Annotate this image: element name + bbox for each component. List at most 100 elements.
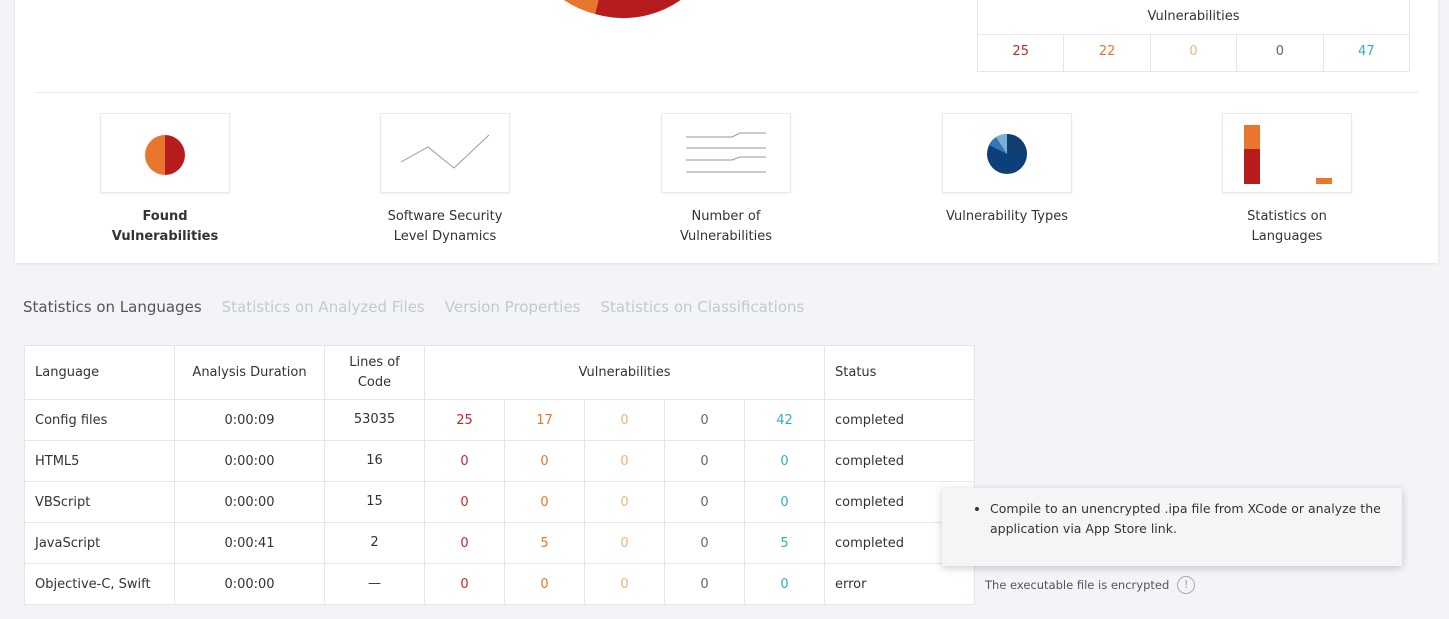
column-header-status: Status <box>824 345 975 400</box>
header-line: Lines of <box>349 354 400 370</box>
stacked-lines-icon <box>686 132 766 173</box>
tile-caption: Software Security Level Dynamics <box>380 207 510 247</box>
statistics-tabs: Statistics on Languages Statistics on An… <box>23 298 804 316</box>
tab-statistics-on-classifications[interactable]: Statistics on Classifications <box>600 298 804 316</box>
tile-security-level-dynamics[interactable]: Software Security Level Dynamics <box>380 113 510 247</box>
table-row: JavaScript 0:00:41 2 0 5 0 0 5 completed <box>24 522 975 564</box>
tile-caption-line: Vulnerabilities <box>111 229 219 244</box>
types-pie-icon <box>987 133 1027 174</box>
column-header-lines-of-code: Lines of Code <box>324 345 425 400</box>
cell-vuln-medium: 5 <box>504 522 585 564</box>
table-header-row: Language Analysis Duration Lines of Code… <box>24 345 975 400</box>
tile-vulnerability-types[interactable]: Vulnerability Types <box>942 113 1072 227</box>
cell-status: error <box>824 563 975 605</box>
cell-vuln-low: 0 <box>584 481 665 523</box>
tile-thumbnail[interactable] <box>661 113 791 193</box>
tile-caption-line: Level Dynamics <box>393 229 497 244</box>
cell-duration: 0:00:41 <box>174 522 325 564</box>
cell-vuln-high: 0 <box>424 440 505 482</box>
cell-vuln-high: 0 <box>424 481 505 523</box>
pie-chart-icon <box>145 135 185 175</box>
cell-vuln-potential: 0 <box>664 481 745 523</box>
cell-vuln-medium: 0 <box>504 563 585 605</box>
cell-lines-of-code: 53035 <box>324 399 425 441</box>
cell-lines-of-code: — <box>324 563 425 605</box>
encrypted-file-note: The executable file is encrypted ! <box>985 576 1196 594</box>
cell-vuln-low: 0 <box>584 563 665 605</box>
tile-number-of-vulnerabilities[interactable]: Number of Vulnerabilities <box>661 113 791 247</box>
bar-chart-icon <box>1244 125 1332 184</box>
tile-thumbnail[interactable] <box>100 113 230 193</box>
languages-table: Language Analysis Duration Lines of Code… <box>24 345 975 605</box>
cell-vuln-medium: 17 <box>504 399 585 441</box>
cell-vuln-potential: 0 <box>664 399 745 441</box>
vulnerabilities-pie-chart <box>564 0 681 19</box>
cell-lines-of-code: 16 <box>324 440 425 482</box>
cell-vuln-low: 0 <box>584 522 665 564</box>
cell-duration: 0:00:00 <box>174 481 325 523</box>
tab-statistics-on-analyzed-files[interactable]: Statistics on Analyzed Files <box>222 298 425 316</box>
tile-caption: Statistics on Languages <box>1222 207 1352 247</box>
summary-count-total: 47 <box>1358 44 1375 59</box>
column-header-language: Language <box>24 345 175 400</box>
summary-count-potential: 0 <box>1237 35 1324 71</box>
vulnerabilities-summary-table: Vulnerabilities 25 22 0 0 47 <box>977 0 1410 72</box>
cell-vuln-high: 0 <box>424 522 505 564</box>
cell-duration: 0:00:09 <box>174 399 325 441</box>
tile-caption-line: Vulnerability Types <box>945 209 1069 224</box>
cell-vuln-potential: 0 <box>664 522 745 564</box>
table-row: Config files 0:00:09 53035 25 17 0 0 42 … <box>24 399 975 441</box>
cell-duration: 0:00:00 <box>174 563 325 605</box>
summary-header: Vulnerabilities <box>978 0 1409 35</box>
cell-vuln-medium: 0 <box>504 440 585 482</box>
summary-counts-row: 25 22 0 0 47 <box>978 35 1409 71</box>
cell-language: HTML5 <box>24 440 175 482</box>
tile-caption: Number of Vulnerabilities <box>661 207 791 247</box>
tile-caption-line: Vulnerabilities <box>680 229 772 244</box>
tab-version-properties[interactable]: Version Properties <box>445 298 581 316</box>
tile-caption-line: Number of <box>691 209 761 224</box>
cell-lines-of-code: 15 <box>324 481 425 523</box>
tile-statistics-on-languages[interactable]: Statistics on Languages <box>1222 113 1352 247</box>
tile-thumbnail[interactable] <box>942 113 1072 193</box>
tile-caption-line: Languages <box>1251 229 1323 244</box>
cell-vuln-potential: 0 <box>664 563 745 605</box>
encrypted-file-tooltip: Compile to an unencrypted .ipa file from… <box>942 488 1402 566</box>
table-row: VBScript 0:00:00 15 0 0 0 0 0 completed <box>24 481 975 523</box>
tile-caption: Vulnerability Types <box>942 207 1072 227</box>
summary-count-medium: 22 <box>1064 35 1151 71</box>
cell-language: VBScript <box>24 481 175 523</box>
column-header-vulnerabilities: Vulnerabilities <box>424 345 825 400</box>
cell-vuln-total: 0 <box>744 440 825 482</box>
tile-caption-line: Found <box>142 209 188 224</box>
cell-vuln-low: 0 <box>584 399 665 441</box>
cell-language: Objective-C, Swift <box>24 563 175 605</box>
table-row: Objective-C, Swift 0:00:00 — 0 0 0 0 0 e… <box>24 563 975 605</box>
cell-status: completed <box>824 399 975 441</box>
line-chart-icon <box>400 134 490 169</box>
tile-thumbnail[interactable] <box>1222 113 1352 193</box>
tooltip-text: Compile to an unencrypted .ipa file from… <box>990 499 1402 539</box>
table-row: HTML5 0:00:00 16 0 0 0 0 0 completed <box>24 440 975 482</box>
tile-thumbnail[interactable] <box>380 113 510 193</box>
info-icon[interactable]: ! <box>1177 576 1196 594</box>
cell-language: JavaScript <box>24 522 175 564</box>
column-header-duration: Analysis Duration <box>174 345 325 400</box>
tile-caption-line: Statistics on <box>1247 209 1327 224</box>
cell-status: completed <box>824 440 975 482</box>
cell-vuln-total: 0 <box>744 481 825 523</box>
note-text: The executable file is encrypted <box>985 578 1170 592</box>
tile-found-vulnerabilities[interactable]: Found Vulnerabilities <box>100 113 230 247</box>
header-line: Code <box>357 374 392 390</box>
cell-vuln-potential: 0 <box>664 440 745 482</box>
tile-caption: Found Vulnerabilities <box>100 207 230 247</box>
cell-vuln-medium: 0 <box>504 481 585 523</box>
cell-duration: 0:00:00 <box>174 440 325 482</box>
summary-count-high: 25 <box>978 35 1065 71</box>
cell-vuln-low: 0 <box>584 440 665 482</box>
tab-statistics-on-languages[interactable]: Statistics on Languages <box>23 298 202 316</box>
cell-vuln-high: 0 <box>424 563 505 605</box>
cell-language: Config files <box>24 399 175 441</box>
summary-count-low: 0 <box>1151 35 1238 71</box>
pie-slice-high <box>595 0 681 19</box>
